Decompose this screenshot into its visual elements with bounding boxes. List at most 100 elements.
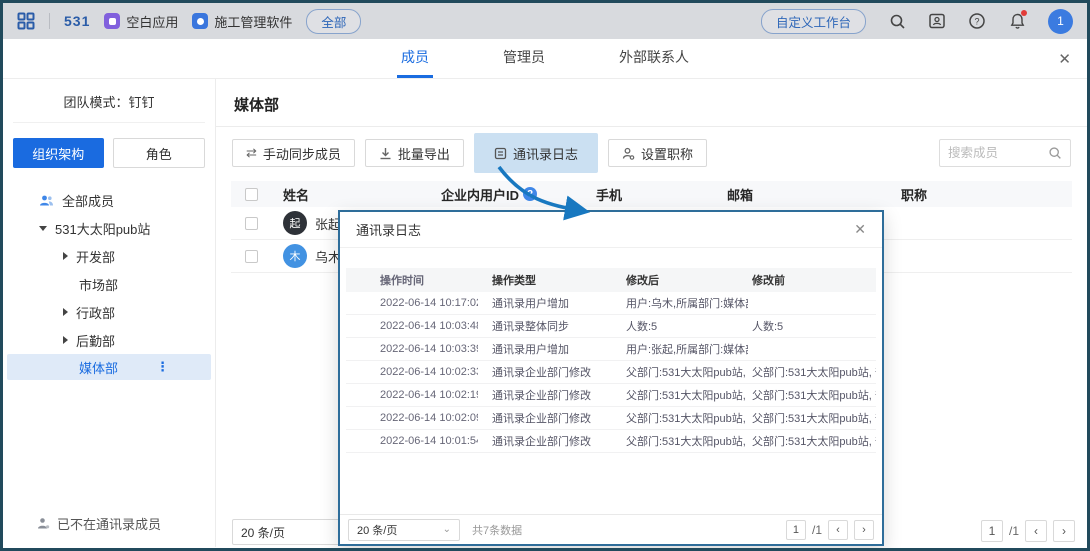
log-cell: 通讯录企业部门修改 xyxy=(478,364,618,380)
tree-item-admin-dept[interactable]: 行政部 xyxy=(3,298,215,326)
log-cell: 2022-06-14 10:03:39 xyxy=(346,343,478,355)
tree-item-company[interactable]: 531大太阳pub站 xyxy=(3,214,215,242)
tree-item-label: 市场部 xyxy=(79,275,118,294)
app-grid-icon[interactable] xyxy=(17,12,35,30)
tab-admins[interactable]: 管理员 xyxy=(499,39,549,78)
more-menu-icon[interactable]: ⋮ xyxy=(156,359,169,375)
current-page[interactable]: 1 xyxy=(981,520,1003,542)
next-page-button[interactable]: › xyxy=(1053,520,1075,542)
log-cell: 通讯录整体同步 xyxy=(478,318,618,334)
all-apps-button[interactable]: 全部 xyxy=(306,9,361,34)
log-cell: 父部门:531大太阳pub站, 部门:... xyxy=(618,410,748,426)
log-cell: 通讯录企业部门修改 xyxy=(478,410,618,426)
page-size-select[interactable]: 20 条/页 ⌄ xyxy=(348,519,460,541)
tree-item-market-dept[interactable]: 市场部 xyxy=(3,270,215,298)
page-title: 媒体部 xyxy=(216,79,1087,126)
help-icon[interactable]: ? xyxy=(968,12,986,30)
set-title-button[interactable]: 设置职称 xyxy=(608,139,707,167)
tree-item-logistics-dept[interactable]: 后勤部 xyxy=(3,326,215,354)
roles-button[interactable]: 角色 xyxy=(113,138,206,168)
search-icon[interactable] xyxy=(1048,146,1062,160)
search-icon[interactable] xyxy=(888,12,906,30)
sync-icon: ⇄ xyxy=(246,145,257,161)
button-label: 批量导出 xyxy=(398,144,450,163)
log-cell: 2022-06-14 10:03:48 xyxy=(346,320,478,332)
user-avatar[interactable]: 1 xyxy=(1048,9,1073,34)
construction-app-icon xyxy=(192,13,208,29)
col-after: 修改后 xyxy=(618,272,748,288)
prev-page-button[interactable]: ‹ xyxy=(1025,520,1047,542)
log-cell: 用户:张起,所属部门:媒体部、53... xyxy=(618,341,748,357)
tab-members[interactable]: 成员 xyxy=(397,39,433,78)
contacts-icon[interactable] xyxy=(928,12,946,30)
select-all-checkbox[interactable] xyxy=(245,188,258,201)
person-gear-icon xyxy=(622,147,635,160)
tab-bar: 成员 管理员 外部联系人 ✕ xyxy=(3,39,1087,79)
pagination: 1 /1 ‹ › xyxy=(981,520,1075,542)
search-input[interactable] xyxy=(948,146,1048,160)
prev-page-button[interactable]: ‹ xyxy=(828,520,848,540)
chevron-right-icon[interactable] xyxy=(63,336,68,344)
tree-item-label: 开发部 xyxy=(76,247,115,266)
log-row: 2022-06-14 10:01:54 通讯录企业部门修改 父部门:531大太阳… xyxy=(346,430,876,453)
dialog-footer: 20 条/页 ⌄ 共7条数据 1 /1 ‹ › xyxy=(340,514,882,544)
tree-item-dev-dept[interactable]: 开发部 xyxy=(3,242,215,270)
sidebar: 团队模式：钉钉 组织架构 角色 全部成员 531大太阳pub站 xyxy=(3,79,216,547)
app-chip-construction-app[interactable]: 施工管理软件 xyxy=(192,12,292,31)
tree-item-label: 后勤部 xyxy=(76,331,115,350)
notification-dot xyxy=(1021,10,1027,16)
log-cell: 2022-06-14 10:17:02 xyxy=(346,297,478,309)
page-size-select[interactable]: 20 条/页 ⌄ xyxy=(232,519,354,545)
log-table-header: 操作时间 操作类型 修改后 修改前 xyxy=(346,268,876,292)
log-cell: 用户:乌木,所属部门:媒体部 xyxy=(618,295,748,311)
app-chip-blank-app[interactable]: 空白应用 xyxy=(104,12,178,31)
log-cell: 父部门:531大太阳pub站, 部门:... xyxy=(748,387,876,403)
log-row: 2022-06-14 10:03:48 通讯录整体同步 人数:5 人数:5 xyxy=(346,315,876,338)
next-page-button[interactable]: › xyxy=(854,520,874,540)
removed-members-entry[interactable]: 已不在通讯录成员 xyxy=(37,514,161,533)
org-structure-button[interactable]: 组织架构 xyxy=(13,138,104,168)
col-internal-id: 企业内用户ID xyxy=(441,185,519,204)
tree-item-media-dept[interactable]: 媒体部 ⋮ xyxy=(7,354,211,380)
log-row: 2022-06-14 10:02:19 通讯录企业部门修改 父部门:531大太阳… xyxy=(346,384,876,407)
top-bar: 531 空白应用 施工管理软件 全部 自定义工作台 ? xyxy=(3,3,1087,39)
highlighted-button-wrap: 通讯录日志 xyxy=(474,133,598,173)
total-pages: /1 xyxy=(1009,524,1019,538)
col-op-time: 操作时间 xyxy=(346,272,478,288)
col-phone: 手机 xyxy=(571,185,701,204)
log-cell: 父部门:531大太阳pub站, 部门:... xyxy=(618,364,748,380)
tree-item-all-members[interactable]: 全部成员 xyxy=(3,186,215,214)
divider xyxy=(13,122,205,123)
bell-icon[interactable] xyxy=(1008,12,1026,30)
row-checkbox[interactable] xyxy=(245,217,258,230)
customize-workbench-button[interactable]: 自定义工作台 xyxy=(761,9,866,34)
dialog-header: 通讯录日志 ✕ xyxy=(340,212,882,248)
app-window: 531 空白应用 施工管理软件 全部 自定义工作台 ? xyxy=(0,0,1090,551)
chevron-right-icon[interactable] xyxy=(63,308,68,316)
log-cell: 人数:5 xyxy=(618,318,748,334)
svg-text:?: ? xyxy=(974,17,979,27)
chevron-down-icon[interactable] xyxy=(39,226,47,231)
download-icon xyxy=(379,147,392,160)
tree-item-label: 全部成员 xyxy=(62,191,114,210)
batch-export-button[interactable]: 批量导出 xyxy=(365,139,464,167)
log-cell: 2022-06-14 10:02:33 xyxy=(346,366,478,378)
workspace-name[interactable]: 531 xyxy=(64,13,90,29)
log-row: 2022-06-14 10:02:09 通讯录企业部门修改 父部门:531大太阳… xyxy=(346,407,876,430)
tree-item-label: 媒体部 xyxy=(79,358,118,377)
log-cell: 通讯录用户增加 xyxy=(478,341,618,357)
current-page[interactable]: 1 xyxy=(786,520,806,540)
close-icon[interactable]: ✕ xyxy=(1058,50,1071,68)
help-badge-icon[interactable]: ? xyxy=(523,187,537,201)
contact-log-button[interactable]: 通讯录日志 xyxy=(480,139,592,167)
contact-log-dialog: 通讯录日志 ✕ 操作时间 操作类型 修改后 修改前 2022-06-14 10:… xyxy=(338,210,884,546)
close-icon[interactable]: ✕ xyxy=(854,221,866,238)
tree-item-label: 531大太阳pub站 xyxy=(55,219,150,238)
tab-external-contacts[interactable]: 外部联系人 xyxy=(615,39,693,78)
log-icon xyxy=(494,147,507,160)
pagination: 1 /1 ‹ › xyxy=(786,520,874,540)
row-checkbox[interactable] xyxy=(245,250,258,263)
members-icon xyxy=(39,194,54,207)
chevron-right-icon[interactable] xyxy=(63,252,68,260)
manual-sync-button[interactable]: ⇄ 手动同步成员 xyxy=(232,139,355,167)
